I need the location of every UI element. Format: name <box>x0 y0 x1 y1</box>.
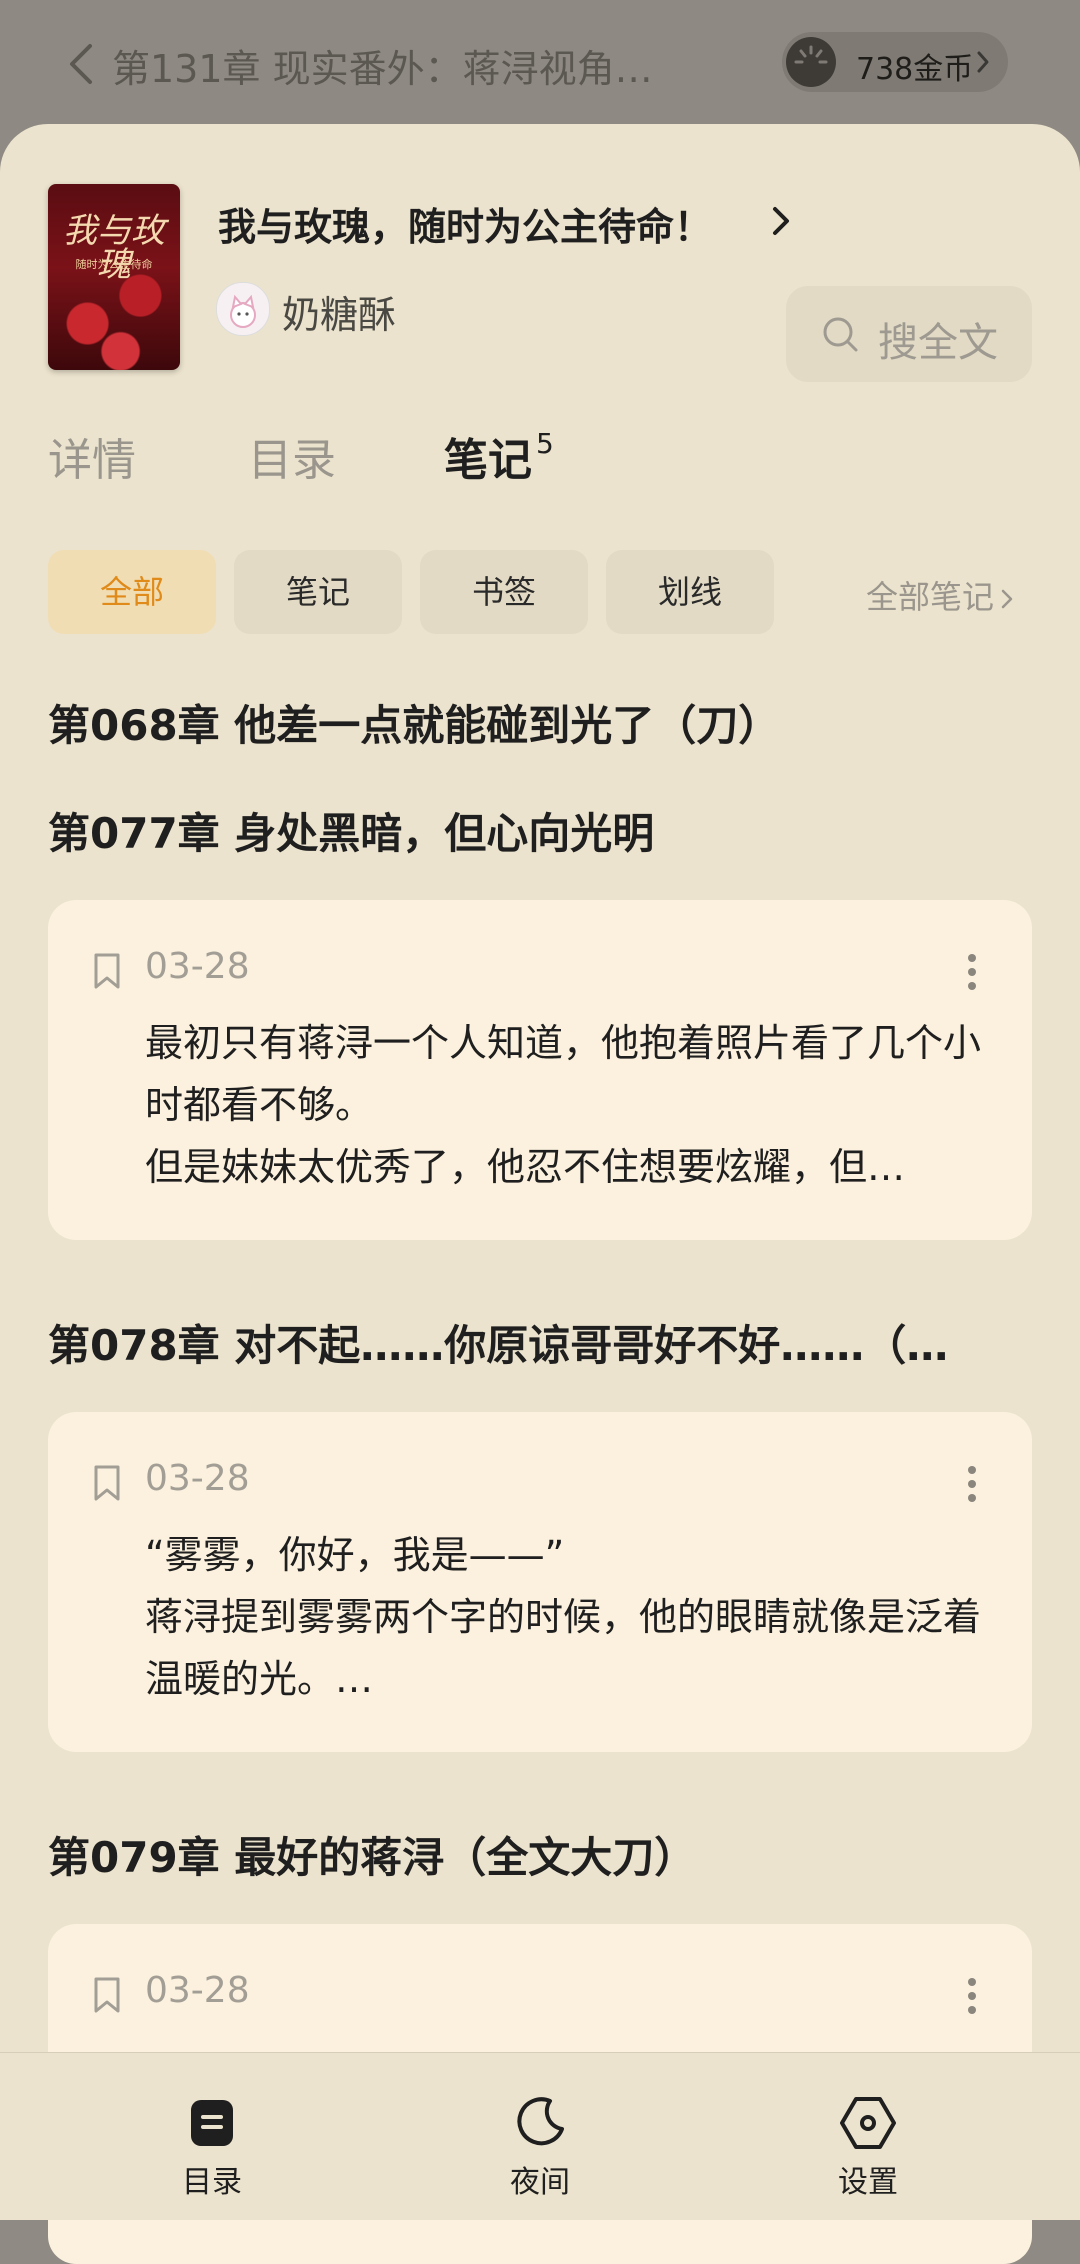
reader-top-bar: 第131章 现实番外：蒋浔视角… 738金币 <box>0 0 1080 130</box>
panel-tabs: 详情 目录 笔记 5 <box>0 424 1080 494</box>
bookmark-icon <box>94 953 120 989</box>
nav-settings-button[interactable]: 设置 <box>768 2053 968 2220</box>
tab-catalog[interactable]: 目录 <box>248 424 336 488</box>
all-notes-link[interactable]: 全部笔记 <box>866 572 1014 618</box>
tab-details[interactable]: 详情 <box>48 424 136 488</box>
nav-label: 夜间 <box>510 2165 570 2200</box>
note-text: “雾雾，你好，我是——” 蒋浔提到雾雾两个字的时候，他的眼睛就像是泛着温暖的光。… <box>145 1533 982 1701</box>
coin-icon <box>786 37 836 87</box>
note-card[interactable]: 03-28 最初只有蒋浔一个人知道，他抱着照片看了几个小时都看不够。 但是妹妹太… <box>48 900 1032 1240</box>
note-date: 03-28 <box>145 1970 250 2011</box>
nav-catalog-button[interactable]: 目录 <box>112 2053 312 2220</box>
book-title[interactable]: 我与玫瑰，随时为公主待命！ <box>218 196 712 251</box>
cover-subtitle: 随时为公主待命 <box>75 258 153 271</box>
coin-balance-button[interactable]: 738金币 <box>782 32 1008 92</box>
nav-label: 设置 <box>838 2165 898 2200</box>
note-date: 03-28 <box>145 1458 250 1499</box>
chapter-heading[interactable]: 第068章 他差一点就能碰到光了（刀） <box>48 692 1038 753</box>
chapter-heading[interactable]: 第077章 身处黑暗，但心向光明 <box>48 800 1038 861</box>
notes-count: 5 <box>536 427 554 461</box>
search-icon <box>823 317 858 352</box>
bottom-toolbar: 目录 夜间 设置 <box>0 2052 1080 2220</box>
catalog-icon <box>191 2100 233 2146</box>
note-text: 最初只有蒋浔一个人知道，他抱着照片看了几个小时都看不够。 但是妹妹太优秀了，他忍… <box>145 1021 982 1189</box>
more-options-icon[interactable] <box>966 1976 978 2016</box>
author-avatar <box>216 282 270 336</box>
nav-night-mode-button[interactable]: 夜间 <box>440 2053 640 2220</box>
bookmark-icon <box>94 1977 120 2013</box>
search-label: 搜全文 <box>878 320 998 366</box>
chevron-right-icon <box>977 51 989 73</box>
back-arrow-icon[interactable] <box>62 40 102 88</box>
author-name[interactable]: 奶糖酥 <box>282 284 396 339</box>
notes-panel: 我与玫瑰 随时为公主待命 我与玫瑰，随时为公主待命！ 奶糖酥 搜全文 详情 目录… <box>0 124 1080 2264</box>
filter-bookmarks[interactable]: 书签 <box>420 550 588 634</box>
chapter-heading[interactable]: 第079章 最好的蒋浔（全文大刀） <box>48 1824 1038 1885</box>
nav-label: 目录 <box>182 2165 242 2200</box>
bookmark-icon <box>94 1465 120 1501</box>
filter-highlights[interactable]: 划线 <box>606 550 774 634</box>
search-full-text-button[interactable]: 搜全文 <box>786 286 1032 382</box>
filter-all[interactable]: 全部 <box>48 550 216 634</box>
note-card[interactable]: 03-28 “雾雾，你好，我是——” 蒋浔提到雾雾两个字的时候，他的眼睛就像是泛… <box>48 1412 1032 1752</box>
book-cover[interactable]: 我与玫瑰 随时为公主待命 <box>48 184 180 370</box>
current-chapter-title[interactable]: 第131章 现实番外：蒋浔视角… <box>112 38 682 93</box>
note-date: 03-28 <box>145 946 250 987</box>
coin-balance-text: 738金币 <box>856 52 974 87</box>
chapter-heading[interactable]: 第078章 对不起……你原谅哥哥好不好……（… <box>48 1312 1038 1373</box>
chevron-right-icon[interactable] <box>770 204 792 238</box>
tab-notes[interactable]: 笔记 5 <box>444 424 554 488</box>
chevron-right-icon <box>1001 589 1013 609</box>
more-options-icon[interactable] <box>966 1464 978 1504</box>
more-options-icon[interactable] <box>966 952 978 992</box>
settings-icon <box>840 2097 896 2149</box>
filter-notes[interactable]: 笔记 <box>234 550 402 634</box>
moon-icon <box>517 2097 564 2146</box>
